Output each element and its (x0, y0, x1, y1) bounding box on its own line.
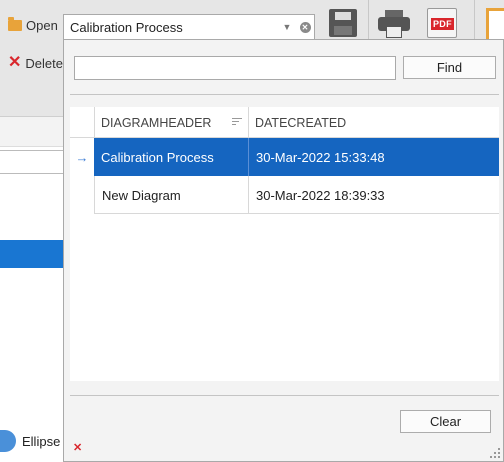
folder-open-icon (8, 17, 22, 31)
table-row[interactable]: → Calibration Process 30-Mar-2022 15:33:… (70, 138, 499, 176)
find-label: Find (436, 60, 463, 75)
grid-header: DIAGRAMHEADER DATECREATED (70, 107, 499, 138)
column-header-datecreated[interactable]: DATECREATED (248, 107, 499, 138)
open-button[interactable]: Open (8, 17, 58, 33)
left-panel-selected-item[interactable] (0, 240, 70, 268)
cell-diagramheader: New Diagram (94, 176, 248, 214)
diagram-grid: DIAGRAMHEADER DATECREATED → Calibration … (70, 107, 499, 381)
find-button[interactable]: Find (403, 56, 496, 79)
row-indicator (70, 176, 94, 214)
close-popup-icon[interactable]: ✕ (73, 443, 82, 454)
clear-circle-icon: ✕ (299, 21, 311, 33)
save-icon[interactable] (329, 9, 357, 37)
shape-item-ellipse[interactable]: Ellipse (0, 430, 60, 452)
column-header-diagramheader[interactable]: DIAGRAMHEADER (94, 107, 248, 138)
cell-datecreated: 30-Mar-2022 15:33:48 (248, 138, 499, 176)
clear-label: Clear (429, 414, 462, 429)
row-indicator-arrow-icon: → (70, 138, 94, 176)
open-label: Open (26, 18, 58, 33)
combo-value: Calibration Process (70, 19, 183, 35)
shape-item-label: Ellipse (22, 433, 61, 449)
ellipse-shape-icon (0, 430, 16, 452)
delete-button[interactable]: ✕ Delete (8, 55, 63, 71)
dropdown-arrow-icon[interactable]: ▼ (278, 15, 296, 39)
cell-diagramheader: Calibration Process (101, 149, 214, 165)
pdf-label: PDF (431, 18, 454, 30)
left-panel-header (0, 117, 70, 147)
resize-grip-icon[interactable] (490, 448, 500, 458)
clear-button[interactable]: Clear (400, 410, 491, 433)
delete-icon: ✕ (8, 54, 22, 71)
diagram-combo-box[interactable]: Calibration Process ▼ ✕ (63, 14, 315, 40)
clipboard-icon[interactable] (486, 8, 504, 42)
delete-label: Delete (25, 55, 63, 71)
sort-icon (232, 118, 242, 128)
left-panel-input[interactable] (0, 150, 70, 174)
pdf-export-icon[interactable]: PDF (427, 8, 457, 38)
divider (70, 395, 499, 396)
table-row[interactable]: New Diagram 30-Mar-2022 18:39:33 (70, 176, 499, 214)
search-input[interactable] (74, 56, 396, 80)
print-icon[interactable] (378, 10, 410, 38)
combo-clear-button[interactable]: ✕ (296, 15, 314, 39)
lookup-popup: Find DIAGRAMHEADER DATECREATED → Calibra… (63, 39, 504, 462)
cell-datecreated: 30-Mar-2022 18:39:33 (248, 176, 499, 214)
divider (70, 94, 499, 95)
